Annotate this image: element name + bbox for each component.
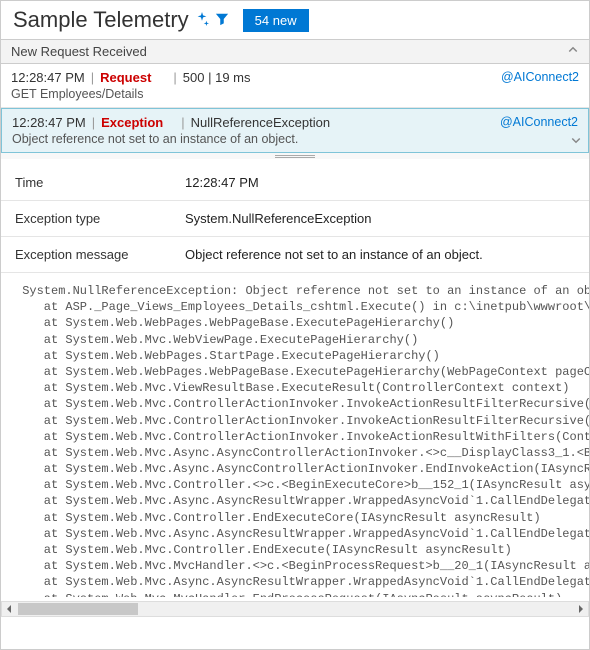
event-kind: Request xyxy=(100,70,151,85)
separator: | xyxy=(181,115,184,130)
detail-value: 12:28:47 PM xyxy=(185,175,575,190)
new-items-badge[interactable]: 54 new xyxy=(243,9,309,32)
detail-label: Time xyxy=(15,175,185,190)
details-panel: Time 12:28:47 PM Exception type System.N… xyxy=(1,159,589,617)
event-host: @AIConnect2 xyxy=(500,115,578,129)
event-kind: Exception xyxy=(101,115,163,130)
event-detail: Object reference not set to an instance … xyxy=(12,132,578,146)
detail-value: Object reference not set to an instance … xyxy=(185,247,575,262)
event-summary-line: 12:28:47 PM | Request | 500 | 19 ms xyxy=(11,70,579,85)
stacktrace-text: System.NullReferenceException: Object re… xyxy=(1,277,589,597)
event-row[interactable]: 12:28:47 PM | Request | 500 | 19 ms GET … xyxy=(1,64,589,108)
page-title: Sample Telemetry xyxy=(13,7,189,33)
separator: | xyxy=(173,70,176,85)
event-summary: 500 | 19 ms xyxy=(183,70,251,85)
sparkle-icon[interactable] xyxy=(195,12,209,29)
event-host: @AIConnect2 xyxy=(501,70,579,84)
chevron-up-icon[interactable] xyxy=(567,44,579,59)
separator: | xyxy=(92,115,95,130)
chevron-down-icon[interactable] xyxy=(570,134,582,146)
group-header[interactable]: New Request Received xyxy=(1,39,589,64)
horizontal-scrollbar[interactable] xyxy=(1,601,589,617)
scroll-right-button[interactable] xyxy=(572,602,588,616)
stacktrace-container: System.NullReferenceException: Object re… xyxy=(1,277,589,617)
event-time: 12:28:47 PM xyxy=(11,70,85,85)
detail-row-time: Time 12:28:47 PM xyxy=(1,165,589,201)
event-summary: NullReferenceException xyxy=(191,115,330,130)
group-title: New Request Received xyxy=(11,44,147,59)
grip-icon xyxy=(275,155,315,158)
detail-label: Exception type xyxy=(15,211,185,226)
scrollbar-track[interactable] xyxy=(18,602,572,616)
scroll-left-button[interactable] xyxy=(2,602,18,616)
filter-icon[interactable] xyxy=(215,12,237,29)
event-row[interactable]: 12:28:47 PM | Exception | NullReferenceE… xyxy=(1,108,589,153)
detail-value: System.NullReferenceException xyxy=(185,211,575,226)
scrollbar-thumb[interactable] xyxy=(18,603,138,615)
event-summary-line: 12:28:47 PM | Exception | NullReferenceE… xyxy=(12,115,578,130)
detail-row-message: Exception message Object reference not s… xyxy=(1,237,589,273)
detail-label: Exception message xyxy=(15,247,185,262)
detail-row-type: Exception type System.NullReferenceExcep… xyxy=(1,201,589,237)
separator: | xyxy=(91,70,94,85)
header-bar: Sample Telemetry 54 new xyxy=(1,1,589,39)
event-detail: GET Employees/Details xyxy=(11,87,579,101)
event-time: 12:28:47 PM xyxy=(12,115,86,130)
